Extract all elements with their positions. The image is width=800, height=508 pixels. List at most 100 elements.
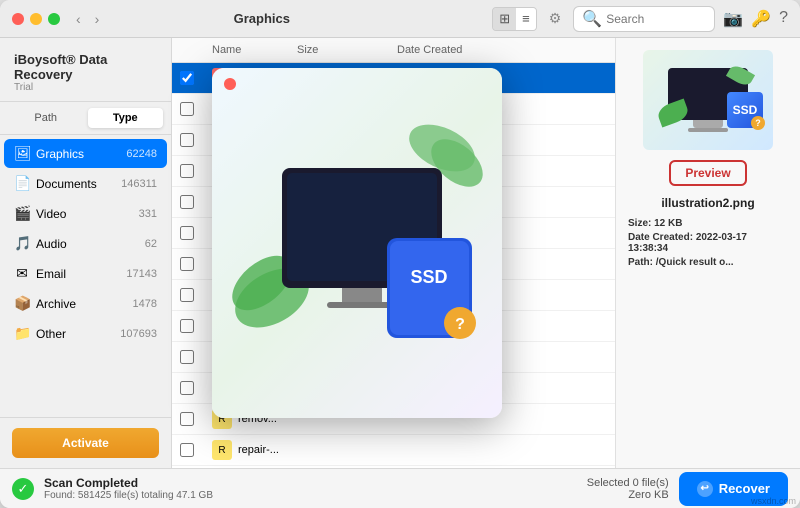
other-label: Other	[36, 327, 114, 341]
preview-date-label: Date Created:	[628, 232, 693, 243]
list-view-button[interactable]: ≡	[516, 8, 536, 30]
preview-overlay: SSD ?	[212, 68, 502, 418]
help-icon[interactable]: ?	[779, 9, 788, 29]
preview-path-label: Path:	[628, 257, 653, 268]
file-checkbox-10[interactable]	[180, 350, 194, 364]
preview-file-name: illustration2.png	[661, 196, 754, 210]
email-label: Email	[36, 267, 120, 281]
file-name-13: repair-...	[238, 444, 279, 456]
sidebar-item-video[interactable]: 🎬 Video 331	[4, 199, 167, 228]
scan-complete-icon: ✓	[12, 478, 34, 500]
file-checkbox-8[interactable]	[180, 288, 194, 302]
grid-view-button[interactable]: ⊞	[493, 8, 516, 30]
preview-button[interactable]: Preview	[669, 160, 746, 186]
video-icon: 🎬	[14, 205, 30, 222]
activate-section: Activate	[0, 417, 171, 468]
documents-icon: 📄	[14, 175, 30, 192]
preview-size-label: Size:	[628, 218, 651, 229]
scan-info: Scan Completed Found: 581425 file(s) tot…	[44, 476, 577, 501]
tab-path[interactable]: Path	[8, 108, 84, 128]
file-checkbox-12[interactable]	[180, 412, 194, 426]
archive-count: 1478	[133, 298, 157, 310]
col-size[interactable]: Size	[297, 44, 397, 56]
file-name-cell-13: R repair-...	[212, 440, 297, 460]
selected-size-text: Zero KB	[587, 489, 669, 501]
app-title: iBoysoft® Data Recovery	[14, 52, 157, 82]
file-checkbox-5[interactable]	[180, 195, 194, 209]
file-row-14[interactable]: R repair-...	[172, 466, 615, 468]
graphics-label: Graphics	[36, 147, 120, 161]
sidebar-item-other[interactable]: 📁 Other 107693	[4, 319, 167, 348]
file-checkbox-6[interactable]	[180, 226, 194, 240]
file-checkbox-1[interactable]	[180, 71, 194, 85]
file-checkbox-3[interactable]	[180, 133, 194, 147]
other-count: 107693	[120, 328, 157, 340]
mini-leaf-left-icon	[655, 98, 690, 127]
documents-count: 146311	[121, 178, 157, 190]
key-icon[interactable]: 🔑	[751, 9, 771, 29]
sidebar-item-audio[interactable]: 🎵 Audio 62	[4, 229, 167, 258]
file-checkbox-13[interactable]	[180, 443, 194, 457]
col-check	[180, 44, 212, 56]
content-area: iBoysoft® Data Recovery Trial Path Type …	[0, 38, 800, 468]
mini-question-icon: ?	[751, 116, 765, 130]
file-checkbox-9[interactable]	[180, 319, 194, 333]
sidebar-list: 🖼 Graphics 62248 📄 Documents 146311 🎬 Vi…	[0, 135, 171, 417]
file-checkbox-4[interactable]	[180, 164, 194, 178]
scan-status-text: Scan Completed	[44, 476, 577, 490]
preview-size-value: 12 KB	[654, 218, 682, 229]
titlebar-right: ⊞ ≡ ⚙ 🔍 📷 🔑 ?	[492, 6, 788, 32]
file-list-header: Name Size Date Created	[172, 38, 615, 63]
col-date[interactable]: Date Created	[397, 44, 577, 56]
preview-path-detail: Path: /Quick result o...	[628, 257, 788, 268]
main-window: ‹ › Graphics ⊞ ≡ ⚙ 🔍 📷 🔑 ? iBoy	[0, 0, 800, 508]
file-row-13[interactable]: R repair-...	[172, 435, 615, 466]
recover-icon: ↩	[697, 481, 713, 497]
email-count: 17143	[126, 268, 157, 280]
illustration: SSD ?	[212, 68, 502, 418]
documents-label: Documents	[36, 177, 115, 191]
archive-label: Archive	[36, 297, 127, 311]
video-label: Video	[36, 207, 133, 221]
preview-thumbnail: SSD ?	[643, 50, 773, 150]
search-box: 🔍	[573, 6, 715, 32]
svg-text:SSD: SSD	[410, 267, 447, 287]
sidebar-header: iBoysoft® Data Recovery Trial	[0, 38, 171, 102]
graphics-count: 62248	[126, 148, 157, 160]
sidebar-item-archive[interactable]: 📦 Archive 1478	[4, 289, 167, 318]
audio-count: 62	[145, 238, 157, 250]
close-button[interactable]	[12, 13, 24, 25]
file-checkbox-11[interactable]	[180, 381, 194, 395]
col-name[interactable]: Name	[212, 44, 297, 56]
illustration-svg: SSD ?	[212, 68, 502, 418]
titlebar-icons: 📷 🔑 ?	[723, 9, 788, 29]
watermark: wsxdn.com	[751, 496, 796, 506]
preview-size-detail: Size: 12 KB	[628, 218, 788, 229]
preview-close-button[interactable]	[224, 78, 236, 90]
other-icon: 📁	[14, 325, 30, 342]
titlebar: ‹ › Graphics ⊞ ≡ ⚙ 🔍 📷 🔑 ?	[0, 0, 800, 38]
sidebar-item-graphics[interactable]: 🖼 Graphics 62248	[4, 139, 167, 168]
window-title: Graphics	[31, 11, 492, 26]
recover-label: Recover	[719, 481, 770, 496]
selected-files-text: Selected 0 file(s)	[587, 477, 669, 489]
activate-button[interactable]: Activate	[12, 428, 159, 458]
audio-label: Audio	[36, 237, 139, 251]
search-icon: 🔍	[582, 9, 602, 29]
sidebar-item-email[interactable]: ✉ Email 17143	[4, 259, 167, 288]
tab-type[interactable]: Type	[88, 108, 164, 128]
app-trial: Trial	[14, 82, 157, 93]
svg-text:?: ?	[455, 316, 465, 333]
graphics-icon: 🖼	[14, 145, 30, 162]
sidebar-item-documents[interactable]: 📄 Documents 146311	[4, 169, 167, 198]
filter-button[interactable]: ⚙	[545, 8, 566, 29]
file-area: Name Size Date Created P illustration2.p…	[172, 38, 615, 468]
bottom-bar: ✓ Scan Completed Found: 581425 file(s) t…	[0, 468, 800, 508]
camera-icon[interactable]: 📷	[723, 9, 743, 29]
mini-ssd-icon: SSD ?	[727, 92, 763, 128]
search-input[interactable]	[606, 12, 706, 26]
mini-monitor: SSD ?	[668, 68, 748, 133]
file-checkbox-2[interactable]	[180, 102, 194, 116]
email-icon: ✉	[14, 265, 30, 282]
file-checkbox-7[interactable]	[180, 257, 194, 271]
